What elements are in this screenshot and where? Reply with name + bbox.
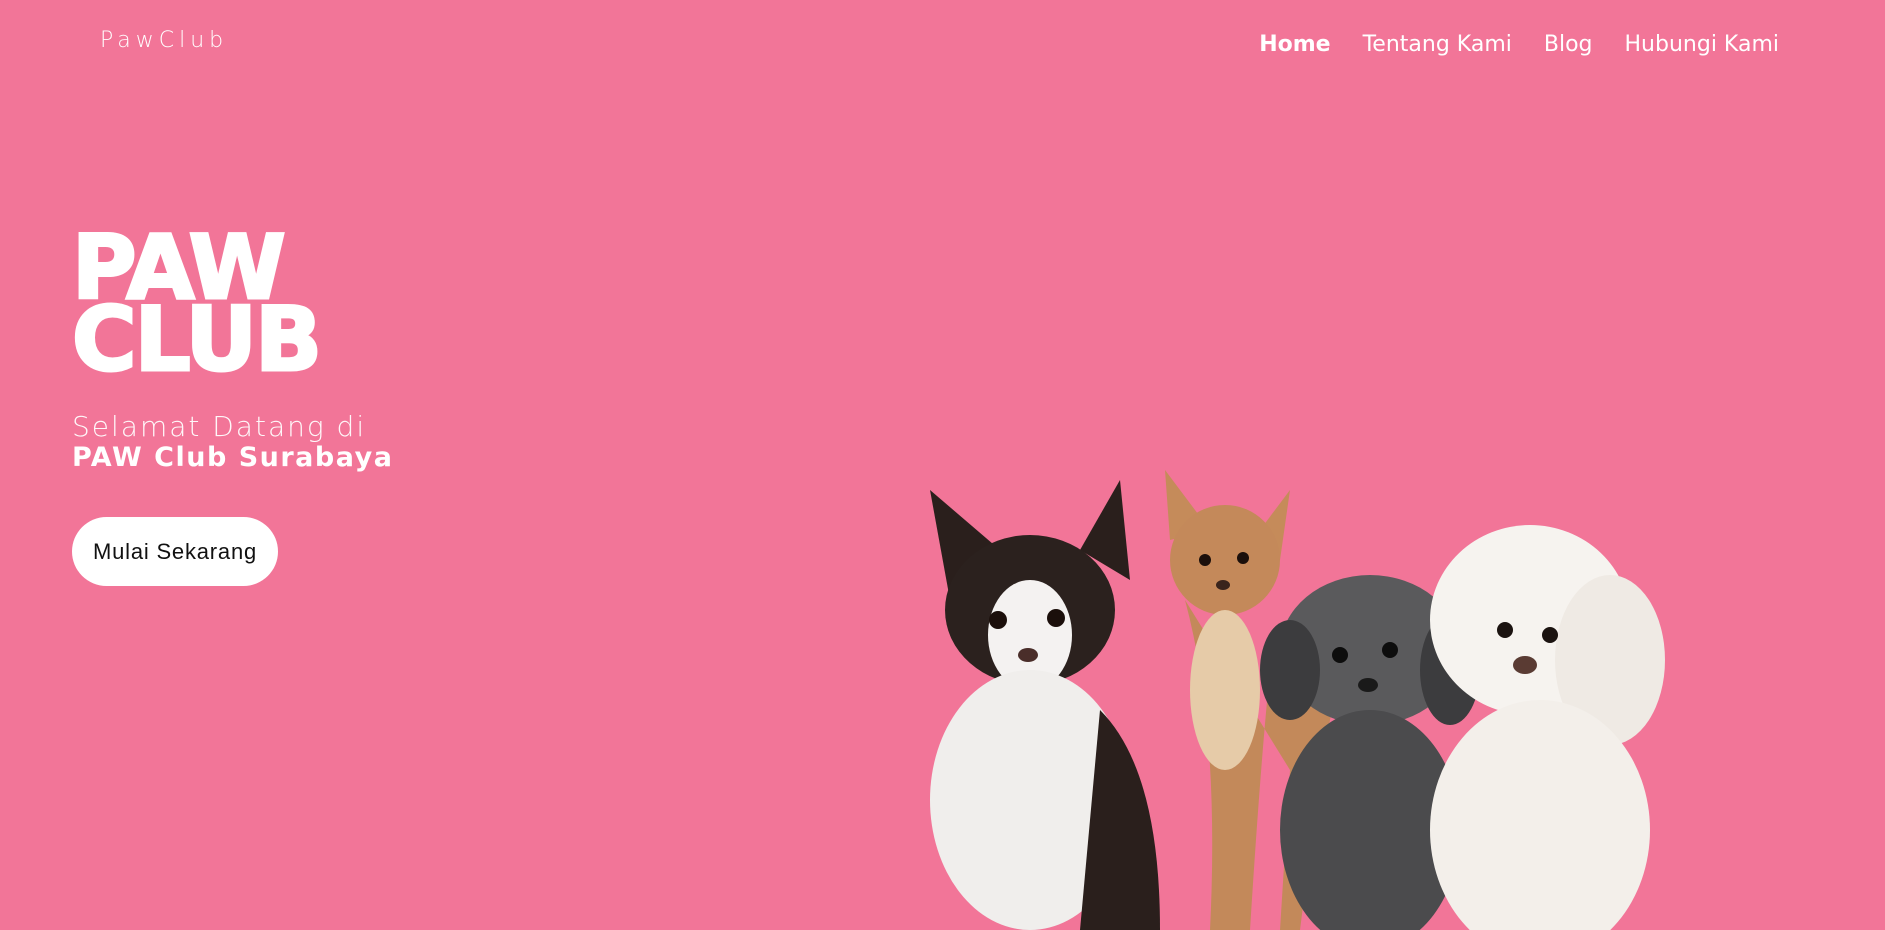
nav-contact-link[interactable]: Hubungi Kami bbox=[1625, 32, 1779, 57]
dog-chihuahua-black-white-icon bbox=[930, 480, 1160, 930]
nav-home-link[interactable]: Home bbox=[1259, 32, 1330, 57]
dogs-image bbox=[930, 470, 1665, 930]
nav-about-link[interactable]: Tentang Kami bbox=[1363, 32, 1512, 57]
brand-logo-text[interactable]: PawClub bbox=[100, 28, 228, 53]
hero-logo: PAW CLUB bbox=[70, 222, 323, 391]
welcome-title: PAW Club Surabaya bbox=[72, 442, 394, 473]
start-now-button[interactable]: Mulai Sekarang bbox=[72, 517, 278, 586]
welcome-text: Selamat Datang di bbox=[72, 410, 367, 443]
logo-line-club: CLUB bbox=[70, 288, 323, 391]
dog-poodle-white-icon bbox=[1430, 525, 1665, 930]
main-nav: Home Tentang Kami Blog Hubungi Kami bbox=[1259, 32, 1779, 57]
nav-blog-link[interactable]: Blog bbox=[1544, 32, 1593, 57]
